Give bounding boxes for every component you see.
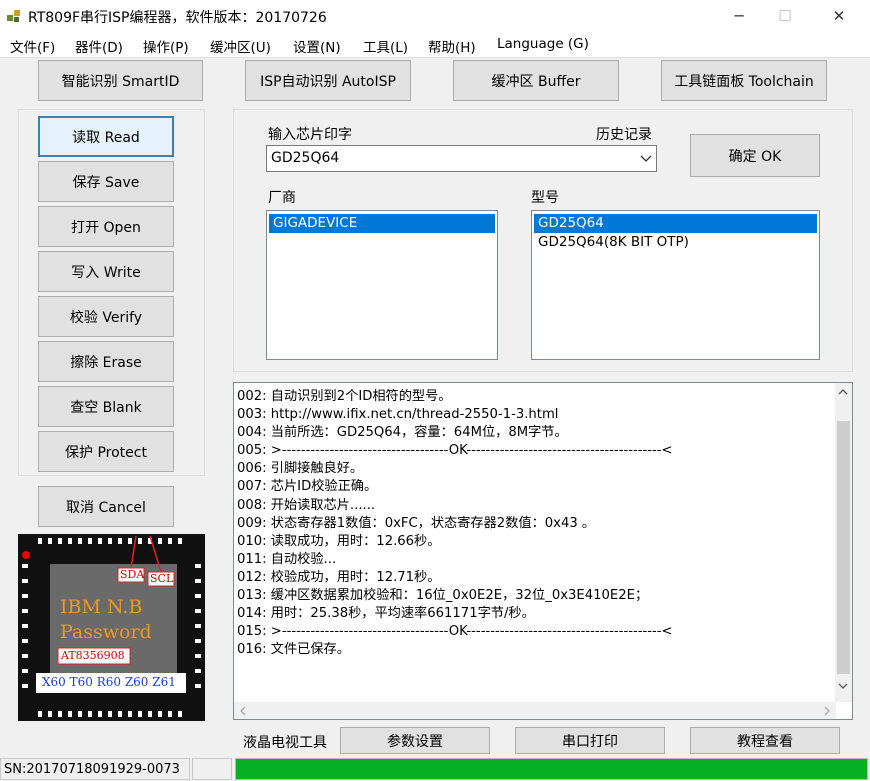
progress-bar [235, 758, 868, 780]
menu-language[interactable]: Language (G) [497, 36, 589, 52]
scroll-left-icon[interactable] [239, 706, 247, 716]
log-line: 006: 引脚接触良好。 [237, 461, 364, 477]
log-line: 011: 自动校验... [237, 551, 337, 567]
blank-button[interactable]: 查空 Blank [38, 386, 174, 427]
params-button[interactable]: 参数设置 [340, 727, 490, 754]
scl-label: SCL [150, 572, 174, 585]
app-logo-icon [7, 10, 20, 22]
cancel-button[interactable]: 取消 Cancel [38, 486, 174, 527]
menu-bar: 文件(F) 器件(D) 操作(P) 缓冲区(U) 设置(N) 工具(L) 帮助(… [0, 32, 870, 58]
menu-operation[interactable]: 操作(P) [143, 36, 189, 56]
list-item[interactable]: GIGADEVICE [269, 214, 495, 233]
log-line: 009: 状态寄存器1数值：0xFC，状态寄存器2数值：0x43 。 [237, 515, 596, 531]
menu-tools[interactable]: 工具(L) [363, 36, 408, 56]
vendor-listbox[interactable]: GIGADEVICE [266, 210, 498, 360]
title-bar: RT809F串行ISP编程器，软件版本：20170726 ─ ☐ ✕ [0, 0, 870, 32]
close-icon[interactable]: ✕ [816, 0, 862, 32]
chip-input-label: 输入芯片印字 [268, 127, 352, 143]
log-line: 015: >----------------------------------… [237, 624, 673, 640]
smartid-button[interactable]: 智能识别 SmartID [38, 60, 203, 101]
model-listbox[interactable]: GD25Q64 GD25Q64(8K BIT OTP) [531, 210, 820, 360]
log-textbox[interactable]: 002: 自动识别到2个ID相符的型号。 003: http://www.ifi… [233, 382, 853, 720]
log-line: 002: 自动识别到2个ID相符的型号。 [237, 389, 452, 404]
log-line: 013: 缓冲区数据累加校验和：16位_0x0E2E，32位_0x3E410E2… [237, 588, 649, 604]
chip-text-password: Password [60, 621, 152, 643]
scrollbar-thumb[interactable] [837, 421, 850, 674]
chip-combobox[interactable]: GD25Q64 [266, 145, 657, 172]
log-line: 010: 读取成功，用时：12.66秒。 [237, 533, 441, 549]
autoisp-button[interactable]: ISP自动识别 AutoISP [245, 60, 411, 101]
log-line: 014: 用时：25.38秒，平均速率661171字节/秒。 [237, 606, 535, 622]
log-line: 003: http://www.ifix.net.cn/thread-2550-… [237, 407, 559, 423]
chip-part-number: AT8356908 [61, 649, 125, 662]
confirm-ok-button[interactable]: 确定 OK [690, 134, 820, 177]
verify-button[interactable]: 校验 Verify [38, 296, 174, 337]
maximize-icon[interactable]: ☐ [762, 0, 808, 32]
serial-print-button[interactable]: 串口打印 [515, 727, 665, 754]
log-line: 007: 芯片ID校验正确。 [237, 479, 378, 495]
toolchain-button[interactable]: 工具链面板 Toolchain [661, 60, 827, 101]
log-lines: 002: 自动识别到2个ID相符的型号。 003: http://www.ifi… [237, 388, 673, 659]
status-bar: SN:20170718091929-0073 [0, 756, 870, 781]
scroll-down-icon[interactable] [838, 682, 848, 690]
model-label: 型号 [531, 190, 559, 206]
vendor-label: 厂商 [268, 190, 296, 206]
minimize-icon[interactable]: ─ [716, 0, 762, 32]
log-line: 012: 校验成功，用时：12.71秒。 [237, 569, 441, 585]
menu-device[interactable]: 器件(D) [75, 36, 123, 56]
log-line: 016: 文件已保存。 [237, 642, 350, 658]
horizontal-scrollbar[interactable] [234, 702, 836, 719]
open-button[interactable]: 打开 Open [38, 206, 174, 247]
chip-models-footer: X60 T60 R60 Z60 Z61 [42, 675, 176, 689]
list-item[interactable]: GD25Q64(8K BIT OTP) [534, 233, 817, 252]
menu-help[interactable]: 帮助(H) [428, 36, 476, 56]
chip-combobox-value: GD25Q64 [271, 150, 340, 166]
protect-button[interactable]: 保护 Protect [38, 431, 174, 472]
menu-buffer[interactable]: 缓冲区(U) [210, 36, 271, 56]
list-item[interactable]: GD25Q64 [534, 214, 817, 233]
sda-label: SDA [120, 568, 145, 581]
read-button[interactable]: 读取 Read [38, 116, 174, 157]
vertical-scrollbar[interactable] [835, 383, 852, 702]
status-panel [192, 758, 232, 780]
menu-file[interactable]: 文件(F) [10, 36, 55, 56]
erase-button[interactable]: 擦除 Erase [38, 341, 174, 382]
buffer-button[interactable]: 缓冲区 Buffer [453, 60, 619, 101]
window-title: RT809F串行ISP编程器，软件版本：20170726 [28, 10, 327, 26]
menu-settings[interactable]: 设置(N) [293, 36, 341, 56]
history-label: 历史记录 [596, 127, 652, 143]
chevron-down-icon[interactable] [640, 154, 652, 164]
log-line: 008: 开始读取芯片...... [237, 497, 376, 513]
lcd-tools-label: 液晶电视工具 [243, 735, 327, 751]
write-button[interactable]: 写入 Write [38, 251, 174, 292]
chip-photo: SDA SCL IBM N.B Password AT8356908 X60 T… [18, 534, 205, 721]
log-line: 005: >----------------------------------… [237, 443, 673, 459]
log-line: 004: 当前所选：GD25Q64，容量：64M位，8M字节。 [237, 425, 568, 441]
save-button[interactable]: 保存 Save [38, 161, 174, 202]
progress-fill [236, 759, 867, 779]
serial-number-panel: SN:20170718091929-0073 [0, 758, 190, 780]
scroll-right-icon[interactable] [823, 706, 831, 716]
chip-text-brand: IBM N.B [60, 596, 143, 618]
tutorial-button[interactable]: 教程查看 [690, 727, 840, 754]
scroll-up-icon[interactable] [838, 388, 848, 396]
serial-number: SN:20170718091929-0073 [4, 762, 180, 777]
